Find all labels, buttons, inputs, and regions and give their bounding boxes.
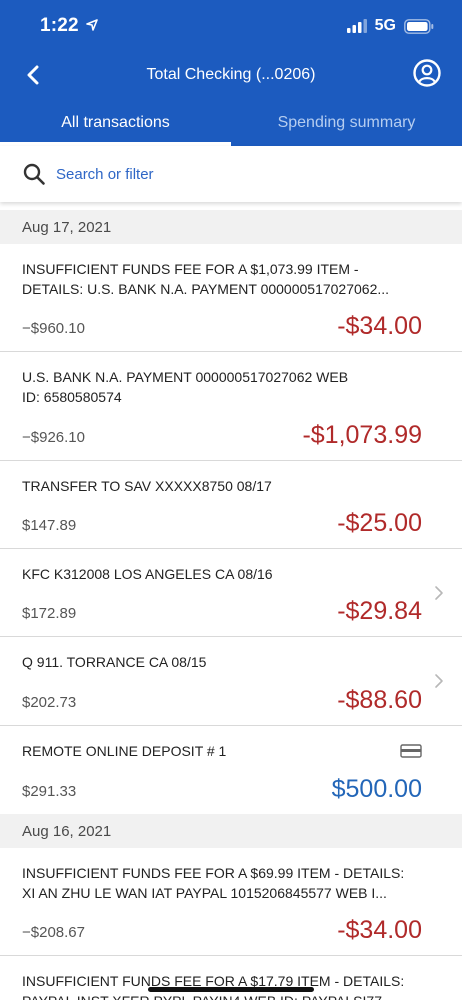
- battery-icon: [404, 18, 434, 34]
- transaction-row[interactable]: INSUFFICIENT FUNDS FEE FOR A $17.79 ITEM…: [0, 956, 462, 1000]
- description-line: XI AN ZHU LE WAN IAT PAYPAL 101520684557…: [22, 885, 387, 901]
- profile-button[interactable]: [412, 58, 442, 88]
- transaction-row[interactable]: INSUFFICIENT FUNDS FEE FOR A $69.99 ITEM…: [0, 848, 462, 956]
- network-label: 5G: [374, 17, 396, 34]
- running-balance: $202.73: [22, 694, 77, 711]
- running-balance: $172.89: [22, 605, 77, 622]
- status-time: 1:22: [40, 15, 99, 37]
- transaction-amount: -$34.00: [337, 312, 422, 340]
- search-placeholder: Search or filter: [56, 165, 154, 183]
- tab-all-transactions[interactable]: All transactions: [0, 102, 231, 146]
- running-balance: $291.33: [22, 783, 77, 800]
- date-header: Aug 17, 2021: [0, 210, 462, 244]
- transaction-description: REMOTE ONLINE DEPOSIT # 1: [22, 743, 227, 759]
- transaction-amount: -$88.60: [337, 686, 422, 714]
- transaction-row[interactable]: Q 911. TORRANCE CA 08/15 $202.73 -$88.60: [0, 637, 462, 726]
- status-time-text: 1:22: [40, 15, 79, 36]
- nav-bar: Total Checking (...0206): [0, 52, 462, 100]
- check-deposit-icon: [400, 744, 422, 758]
- transaction-description: Q 911. TORRANCE CA 08/15: [22, 654, 207, 670]
- signal-icon: [346, 19, 367, 33]
- transaction-description: KFC K312008 LOS ANGELES CA 08/16: [22, 566, 273, 582]
- location-arrow-icon: [86, 19, 99, 31]
- page-title: Total Checking (...0206): [146, 66, 316, 83]
- transaction-description: INSUFFICIENT FUNDS FEE FOR A $69.99 ITEM…: [22, 848, 440, 903]
- transaction-description: U.S. BANK N.A. PAYMENT 000000517027062 W…: [22, 352, 440, 407]
- transaction-amount: $500.00: [331, 775, 422, 803]
- transaction-amount: -$25.00: [337, 509, 422, 537]
- chevron-right-icon: [435, 674, 443, 688]
- search-input[interactable]: Search or filter: [0, 146, 462, 202]
- tab-bar: All transactions Spending summary: [0, 102, 462, 146]
- transaction-amount: -$34.00: [337, 916, 422, 944]
- tab-all-transactions-label: All transactions: [61, 114, 170, 131]
- profile-icon: [413, 59, 441, 87]
- transaction-amount: -$1,073.99: [302, 421, 422, 449]
- transaction-description: INSUFFICIENT FUNDS FEE FOR A $1,073.99 I…: [22, 244, 440, 299]
- description-line: DETAILS: U.S. BANK N.A. PAYMENT 00000051…: [22, 281, 390, 297]
- tab-spending-summary[interactable]: Spending summary: [231, 102, 462, 146]
- transaction-row[interactable]: INSUFFICIENT FUNDS FEE FOR A $1,073.99 I…: [0, 244, 462, 352]
- transaction-row[interactable]: KFC K312008 LOS ANGELES CA 08/16 $172.89…: [0, 549, 462, 637]
- transaction-row[interactable]: U.S. BANK N.A. PAYMENT 000000517027062 W…: [0, 352, 462, 461]
- transaction-description: INSUFFICIENT FUNDS FEE FOR A $17.79 ITEM…: [22, 956, 440, 1000]
- date-header: Aug 16, 2021: [0, 814, 462, 848]
- chevron-right-icon: [435, 586, 443, 600]
- status-indicators: 5G: [346, 15, 434, 37]
- description-line: U.S. BANK N.A. PAYMENT 000000517027062 W…: [22, 369, 349, 385]
- app-header: 1:22 5G Total Checking (...0206) All tra…: [0, 0, 462, 146]
- transaction-row[interactable]: REMOTE ONLINE DEPOSIT # 1 $291.33 $500.0…: [0, 726, 462, 814]
- description-line: INSUFFICIENT FUNDS FEE FOR A $69.99 ITEM…: [22, 865, 405, 881]
- running-balance: $147.89: [22, 517, 77, 534]
- description-line: INSUFFICIENT FUNDS FEE FOR A $1,073.99 I…: [22, 261, 359, 277]
- search-icon: [23, 163, 45, 185]
- description-line: ID: 6580580574: [22, 389, 122, 405]
- transaction-description: TRANSFER TO SAV XXXXX8750 08/17: [22, 478, 272, 494]
- tab-spending-summary-label: Spending summary: [277, 114, 416, 131]
- status-bar: 1:22 5G: [0, 0, 462, 50]
- running-balance: −$960.10: [22, 320, 85, 337]
- description-line: PAYPAL INST XFER PYPL PAYIN4 WEB ID: PAY…: [22, 991, 440, 1000]
- home-indicator[interactable]: [148, 987, 314, 992]
- transaction-row[interactable]: TRANSFER TO SAV XXXXX8750 08/17 $147.89 …: [0, 461, 462, 549]
- running-balance: −$208.67: [22, 924, 85, 941]
- running-balance: −$926.10: [22, 429, 85, 446]
- transaction-list: Aug 17, 2021 INSUFFICIENT FUNDS FEE FOR …: [0, 210, 462, 1000]
- transaction-amount: -$29.84: [337, 597, 422, 625]
